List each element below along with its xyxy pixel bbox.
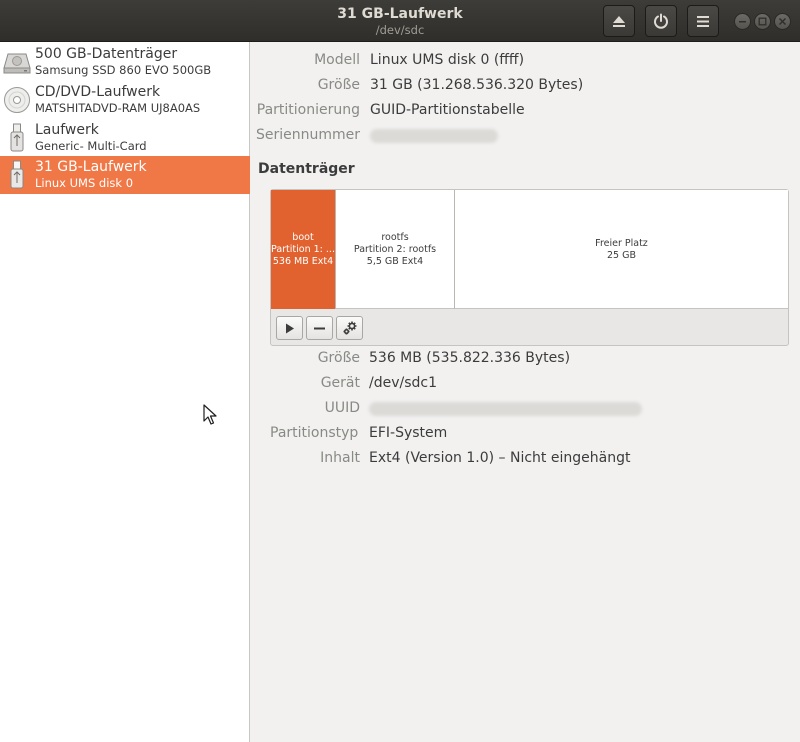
hard-disk-icon (2, 47, 32, 77)
usb-drive-icon (2, 123, 32, 153)
drive-details-panel: Modell Linux UMS disk 0 (ffff) Größe 31 … (251, 42, 800, 742)
minimize-button[interactable] (734, 13, 751, 30)
window-title-area: 31 GB-Laufwerk /dev/sdc (250, 5, 550, 38)
partitioning-value: GUID-Partitionstabelle (370, 102, 525, 118)
partition-label: rootfs (381, 231, 409, 243)
device-sidebar: 500 GB-Datenträger Samsung SSD 860 EVO 5… (0, 42, 250, 742)
mount-button[interactable] (276, 316, 303, 340)
close-button[interactable] (774, 13, 791, 30)
partition-size: 536 MB Ext4 (272, 255, 334, 267)
window-title: 31 GB-Laufwerk (337, 6, 463, 22)
close-icon (778, 17, 787, 26)
free-space-size: 25 GB (607, 249, 636, 261)
header-bar: 31 GB-Laufwerk /dev/sdc (0, 0, 800, 42)
partition-type-value: EFI-System (369, 425, 448, 441)
hamburger-menu-icon (697, 15, 709, 27)
serial-label: Seriennummer (255, 127, 360, 143)
drive-menu-button[interactable] (687, 5, 719, 37)
gears-icon (343, 321, 356, 335)
device-name: Laufwerk (35, 122, 99, 138)
partition-label: boot (292, 231, 314, 243)
device-model: Linux UMS disk 0 (35, 176, 134, 190)
window-subtitle: /dev/sdc (375, 23, 425, 37)
free-space[interactable]: Freier Platz 25 GB (455, 190, 788, 309)
device-value: /dev/sdc1 (369, 375, 438, 391)
volumes-heading: Datenträger (258, 161, 355, 177)
eject-icon (613, 15, 625, 27)
maximize-icon (758, 17, 767, 26)
partition-number: Partition 1: ... (271, 243, 335, 255)
volume-map: boot Partition 1: ... 536 MB Ext4 rootfs… (270, 189, 789, 346)
device-name: CD/DVD-Laufwerk (35, 84, 161, 100)
delete-partition-button[interactable] (306, 316, 333, 340)
contents-label: Inhalt (320, 450, 360, 466)
eject-button[interactable] (603, 5, 635, 37)
device-label: Gerät (320, 375, 360, 391)
mouse-pointer-icon (203, 404, 217, 425)
partition-number: Partition 2: rootfs (353, 243, 437, 255)
free-space-label: Freier Platz (595, 237, 648, 249)
partition-size: 5,5 GB Ext4 (366, 255, 424, 267)
uuid-label: UUID (324, 400, 360, 416)
power-off-button[interactable] (645, 5, 677, 37)
model-label: Modell (314, 52, 360, 68)
minus-icon (314, 327, 325, 329)
partition-size-value: 536 MB (535.822.336 Bytes) (369, 350, 571, 366)
sidebar-item-31gb-drive[interactable]: 31 GB-Laufwerk Linux UMS disk 0 (0, 156, 250, 194)
power-icon (654, 13, 668, 29)
drive-size-label: Größe (317, 77, 360, 93)
sidebar-item-card-reader[interactable]: Laufwerk Generic- Multi-Card (0, 119, 250, 157)
model-value: Linux UMS disk 0 (ffff) (370, 52, 525, 68)
optical-disc-icon (2, 85, 32, 115)
play-icon (285, 323, 294, 333)
partition-options-button[interactable] (336, 316, 363, 340)
minimize-icon (739, 21, 746, 23)
serial-value-redacted (370, 129, 498, 143)
device-name: 500 GB-Datenträger (35, 46, 178, 62)
volume-bar: boot Partition 1: ... 536 MB Ext4 rootfs… (271, 190, 788, 309)
usb-drive-icon (2, 160, 32, 190)
device-model: Samsung SSD 860 EVO 500GB (35, 63, 212, 77)
partitioning-label: Partitionierung (256, 102, 360, 118)
partition-rootfs[interactable]: rootfs Partition 2: rootfs 5,5 GB Ext4 (336, 190, 455, 309)
device-name: 31 GB-Laufwerk (35, 159, 147, 175)
partition-boot[interactable]: boot Partition 1: ... 536 MB Ext4 (271, 190, 336, 309)
device-model: Generic- Multi-Card (35, 139, 147, 153)
drive-size-value: 31 GB (31.268.536.320 Bytes) (370, 77, 584, 93)
device-model: MATSHITADVD-RAM UJ8A0AS (35, 101, 201, 115)
uuid-value-redacted (369, 402, 642, 416)
maximize-button[interactable] (754, 13, 771, 30)
sidebar-item-500gb-disk[interactable]: 500 GB-Datenträger Samsung SSD 860 EVO 5… (0, 43, 250, 81)
partition-size-label: Größe (317, 350, 360, 366)
sidebar-item-cd-dvd-drive[interactable]: CD/DVD-Laufwerk MATSHITADVD-RAM UJ8A0AS (0, 81, 250, 119)
contents-value: Ext4 (Version 1.0) – Nicht eingehängt (369, 450, 631, 466)
